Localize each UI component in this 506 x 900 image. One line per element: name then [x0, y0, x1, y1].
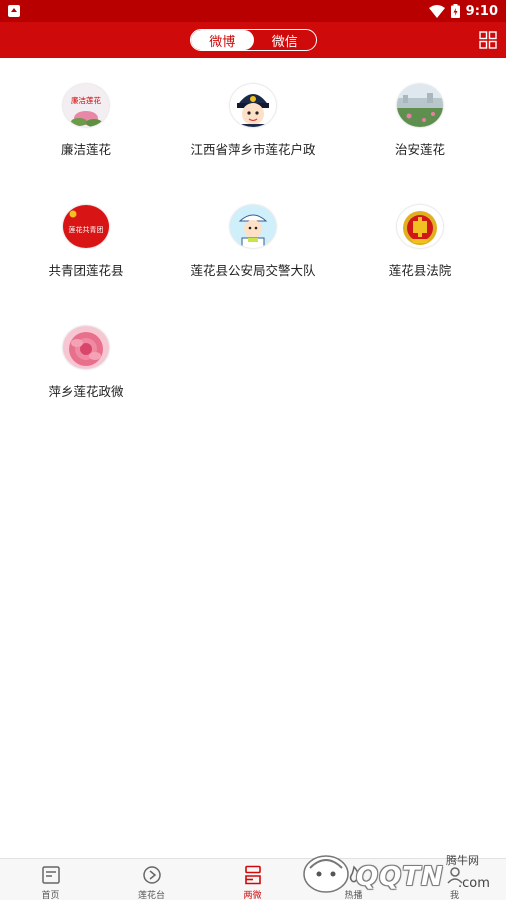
- battery-icon: [450, 4, 460, 18]
- svg-text:廉洁莲花: 廉洁莲花: [71, 95, 101, 105]
- nav-label: 莲花台: [137, 891, 165, 900]
- account-item[interactable]: 廉洁莲花 廉洁莲花: [2, 58, 170, 158]
- account-item[interactable]: 江西省萍乡市莲花户政: [169, 58, 337, 158]
- tab-weibo[interactable]: 微博: [191, 30, 254, 50]
- account-avatar: [230, 84, 276, 127]
- clock: 9:10: [465, 3, 498, 19]
- account-avatar: [230, 205, 276, 248]
- account-name: 萍乡莲花政微: [48, 384, 124, 399]
- status-bar: 9:10: [0, 0, 506, 22]
- wifi-icon: [428, 4, 445, 18]
- watermark-brand: QQTN: [356, 862, 444, 892]
- account-item[interactable]: 治安莲花: [336, 58, 504, 158]
- account-name: 莲花县法院: [388, 263, 452, 278]
- account-name: 治安莲花: [394, 142, 445, 157]
- site-watermark: 腾牛网 QQTN .com: [296, 846, 502, 898]
- account-name: 江西省萍乡市莲花户政: [190, 142, 316, 157]
- account-avatar: [63, 326, 109, 369]
- account-avatar: 莲花共青团: [63, 205, 109, 248]
- account-item[interactable]: 萍乡莲花政微: [2, 300, 170, 400]
- account-name: 共青团莲花县: [48, 263, 124, 278]
- platform-toggle: 微博 微信: [190, 29, 317, 51]
- notification-icon: [8, 5, 20, 17]
- svg-text:莲花共青团: 莲花共青团: [69, 225, 104, 234]
- account-name: 廉洁莲花: [60, 142, 111, 157]
- watermark-logo-icon: [303, 855, 349, 893]
- grid-view-icon[interactable]: [479, 31, 497, 49]
- watermark-cn: 腾牛网: [446, 854, 479, 867]
- account-item[interactable]: 莲花共青团 共青团莲花县: [2, 179, 170, 279]
- nav-home[interactable]: 首页: [0, 859, 101, 900]
- watermark-domain: .com: [458, 876, 490, 891]
- nav-lianhuatai[interactable]: 莲花台: [101, 859, 202, 900]
- play-icon: [142, 866, 161, 884]
- account-avatar: [397, 205, 443, 248]
- nav-two-micro[interactable]: 两微: [202, 859, 303, 900]
- account-item[interactable]: 莲花县公安局交警大队: [169, 179, 337, 279]
- account-avatar: 廉洁莲花: [63, 84, 109, 127]
- account-avatar: [397, 84, 443, 127]
- news-icon: [41, 866, 60, 884]
- account-item[interactable]: 莲花县法院: [336, 179, 504, 279]
- two-micro-icon: [244, 865, 261, 885]
- account-name: 莲花县公安局交警大队: [190, 263, 316, 278]
- nav-label: 首页: [41, 891, 60, 900]
- top-bar: 微博 微信: [0, 22, 506, 58]
- nav-label: 两微: [243, 891, 262, 900]
- tab-wechat[interactable]: 微信: [254, 30, 317, 50]
